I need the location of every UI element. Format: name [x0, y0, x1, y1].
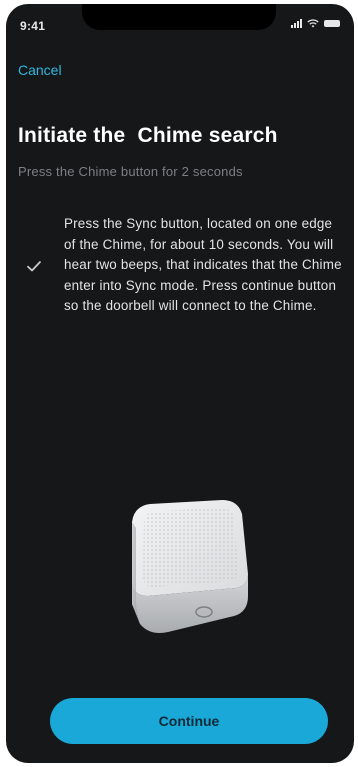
chime-device-image: [132, 500, 248, 633]
status-time: 9:41: [20, 19, 46, 33]
signal-icon: [291, 19, 302, 28]
page-subtitle: Press the Chime button for 2 seconds: [18, 164, 243, 179]
page-title: Initiate the Chime search: [18, 124, 278, 147]
instruction-item: Press the Sync button, located on one ed…: [24, 214, 344, 317]
wifi-icon: [307, 19, 319, 28]
page: 9:41 Cancel Initiate the Chime search Pr…: [0, 0, 358, 767]
notch: [82, 4, 276, 30]
cancel-button[interactable]: Cancel: [18, 62, 62, 78]
continue-button[interactable]: Continue: [50, 698, 328, 744]
check-icon: [27, 261, 41, 272]
phone-screen: 9:41 Cancel Initiate the Chime search Pr…: [6, 4, 354, 763]
instruction-text: Press the Sync button, located on one ed…: [64, 216, 342, 313]
battery-icon: [324, 20, 340, 27]
status-bar: 9:41: [6, 4, 354, 44]
status-icons: [291, 19, 340, 28]
